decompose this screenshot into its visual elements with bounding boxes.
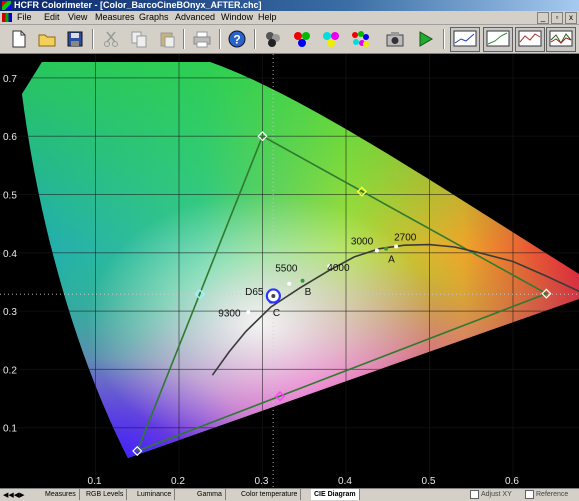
cct-label: 5500 [275, 264, 298, 275]
toolbar: ? [0, 25, 579, 54]
adjust-xy-label: Adjust XY [481, 491, 512, 498]
menu-view[interactable]: View [68, 11, 87, 24]
help-icon[interactable]: ? [226, 28, 248, 50]
copy-icon[interactable] [128, 28, 150, 50]
x-tick-label: 0.3 [255, 476, 269, 487]
tab-gamma[interactable]: Gamma [194, 489, 226, 500]
menu-measures[interactable]: Measures [95, 11, 135, 24]
cct-label: 3000 [351, 236, 374, 247]
paste-icon[interactable] [156, 28, 178, 50]
y-tick-label: 0.7 [3, 74, 17, 85]
menu-advanced[interactable]: Advanced [175, 11, 215, 24]
y-tick-label: 0.2 [3, 365, 17, 376]
x-tick-label: 0.2 [171, 476, 185, 487]
toolbar-separator [443, 29, 445, 49]
toolbar-separator [254, 29, 256, 49]
toolbar-separator [219, 29, 221, 49]
open-folder-icon[interactable] [36, 28, 58, 50]
play-icon[interactable] [414, 28, 436, 50]
cct-point [246, 310, 251, 315]
measure-all-icon[interactable] [349, 28, 371, 50]
cct-point [287, 281, 292, 286]
y-tick-label: 0.3 [3, 307, 17, 318]
reference-label: Reference [536, 491, 569, 498]
y-tick-label: 0.6 [3, 132, 17, 143]
cct-label: 4000 [327, 263, 350, 274]
cie-diagram[interactable]: 0.1 0.2 0.3 0.4 0.5 0.60.10.20.30.40.50.60.7 … [0, 54, 579, 488]
reference-checkbox[interactable] [525, 490, 534, 499]
cct-point [394, 244, 399, 249]
cct-label: 2700 [394, 232, 417, 243]
y-tick-label: 0.1 [3, 424, 17, 435]
window-title: HCFR Colorimeter - [Color_BarcoCineBOnyx… [14, 0, 262, 10]
menu-edit[interactable]: Edit [44, 11, 60, 24]
title-bar: HCFR Colorimeter - [Color_BarcoCineBOnyx… [0, 0, 579, 11]
window-controls: _ ▫ x [537, 12, 577, 24]
tab-luminance[interactable]: Luminance [134, 489, 176, 500]
graph-view-2-icon[interactable] [483, 27, 513, 52]
measure-gray-icon[interactable] [262, 28, 284, 50]
tab-nav-left-icon[interactable]: ◀◀◀▶ [3, 490, 25, 501]
close-button[interactable]: x [565, 12, 577, 24]
y-tick-label: 0.4 [3, 249, 17, 260]
cie-chart-area[interactable]: 0.1 0.2 0.3 0.4 0.5 0.6 0.1 0.2 0.3 0.4 0.5 0.6 0.7 … [0, 54, 579, 488]
x-tick-label: 0.4 [338, 476, 352, 487]
graph-view-4-icon[interactable] [546, 27, 576, 52]
cct-label: D65 [245, 287, 264, 298]
graph-view-1-icon[interactable] [450, 27, 480, 52]
illuminant-label: B [305, 287, 312, 298]
cct-point [374, 248, 379, 253]
menu-file[interactable]: File [17, 11, 32, 24]
toolbar-separator [183, 29, 185, 49]
menu-help[interactable]: Help [258, 11, 277, 24]
toolbar-separator [92, 29, 94, 49]
tab-bar: ◀◀◀▶ Measures RGB Levels Luminance Gamma… [0, 488, 579, 501]
measure-primaries-icon[interactable] [291, 28, 313, 50]
restore-button[interactable]: ▫ [551, 12, 563, 24]
tab-measures[interactable]: Measures [42, 489, 80, 500]
cct-label: 9300 [218, 308, 241, 319]
minimize-button[interactable]: _ [537, 12, 549, 24]
camera-icon[interactable] [384, 28, 406, 50]
graph-view-3-icon[interactable] [515, 27, 545, 52]
svg-text:?: ? [233, 33, 240, 47]
adjust-xy-checkbox[interactable] [470, 490, 479, 499]
measure-secondaries-icon[interactable] [320, 28, 342, 50]
illuminant-label: A [388, 255, 395, 266]
menu-bar: File Edit View Measures Graphs Advanced … [0, 11, 579, 25]
illuminant-point [300, 278, 305, 283]
x-tick-label: 0.6 [505, 476, 519, 487]
tab-rgb-levels[interactable]: RGB Levels [83, 489, 128, 500]
menu-graphs[interactable]: Graphs [139, 11, 169, 24]
illuminant-label: C [273, 308, 280, 319]
print-icon[interactable] [191, 28, 213, 50]
cut-icon[interactable] [100, 28, 122, 50]
x-tick-label: 0.5 [422, 476, 436, 487]
document-icon[interactable] [2, 13, 12, 22]
white-measured-center [271, 293, 276, 298]
menu-window[interactable]: Window [221, 11, 253, 24]
y-tick-label: 0.5 [3, 191, 17, 202]
tab-color-temperature[interactable]: Color temperature [238, 489, 302, 500]
app-icon [2, 1, 11, 10]
tab-cie-diagram[interactable]: CIE Diagram [311, 489, 360, 500]
new-document-icon[interactable] [8, 28, 30, 50]
illuminant-point [384, 246, 389, 251]
x-tick-label: 0.1 [88, 476, 102, 487]
save-disk-icon[interactable] [64, 28, 86, 50]
